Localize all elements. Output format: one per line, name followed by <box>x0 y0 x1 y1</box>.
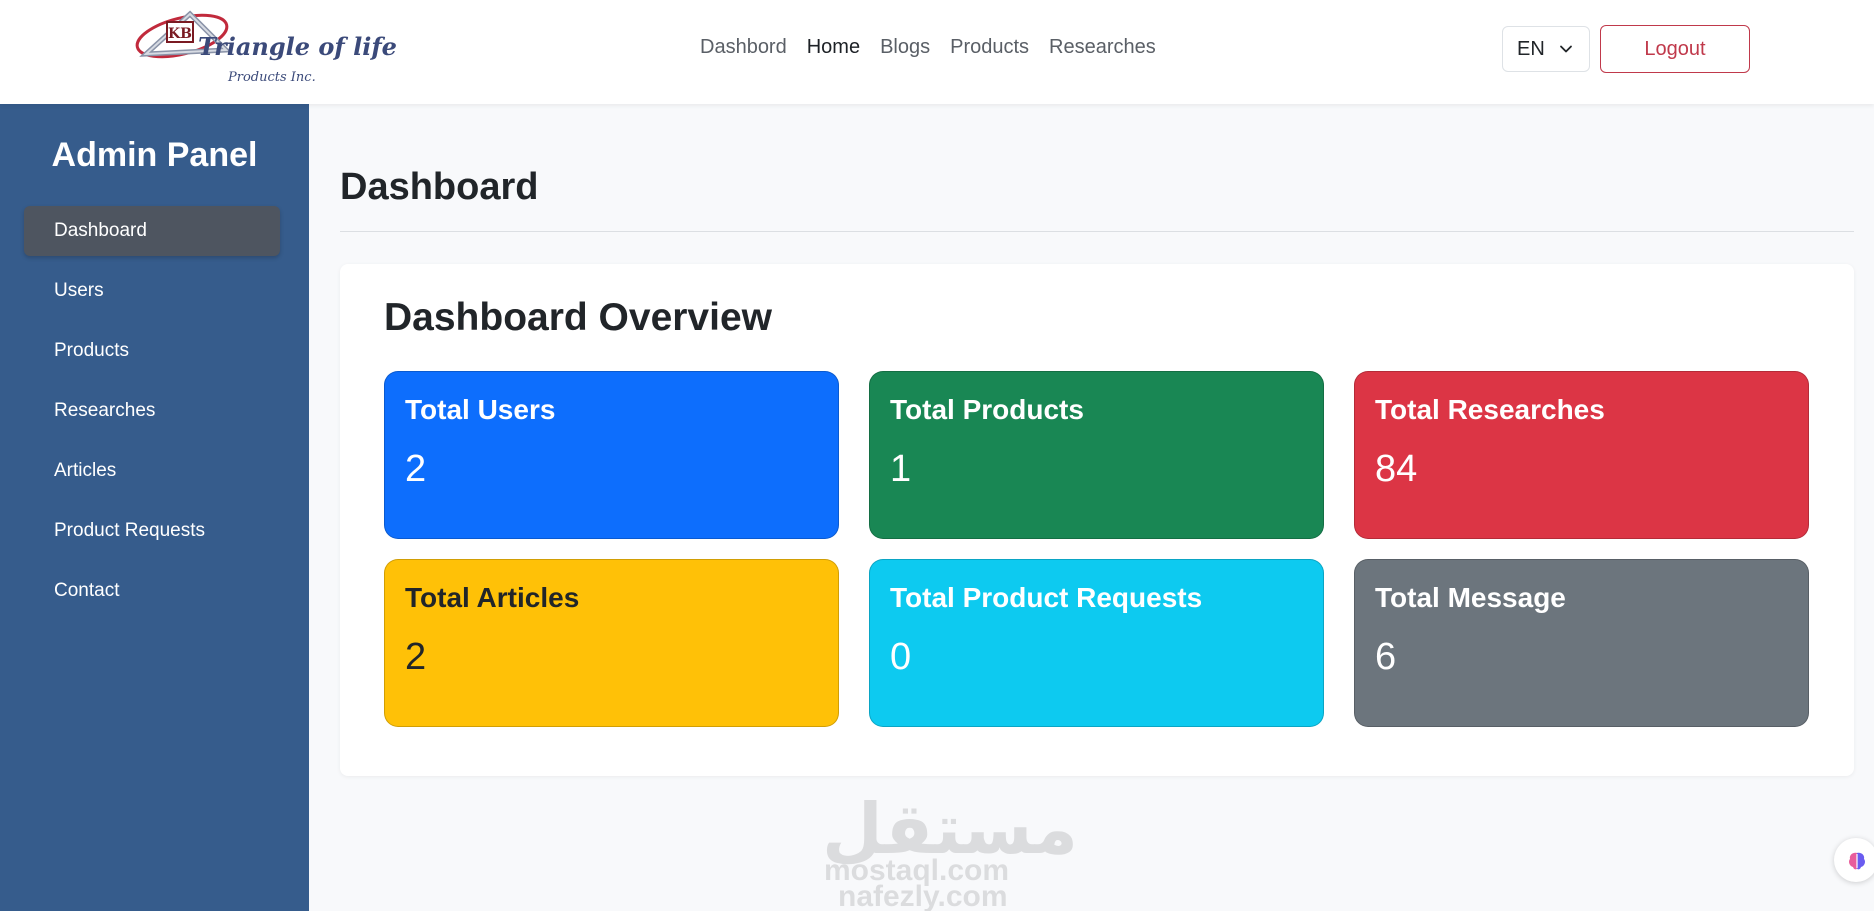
dashboard-overview-card: Dashboard Overview Total Users 2 Total P… <box>340 264 1854 776</box>
sidebar-item-articles[interactable]: Articles <box>24 446 280 496</box>
stat-card-total-articles: Total Articles 2 <box>384 559 839 727</box>
stat-card-total-users: Total Users 2 <box>384 371 839 539</box>
stat-value: 0 <box>890 636 912 678</box>
company-logo[interactable]: KB Triangle of life Products Inc. <box>132 6 397 90</box>
top-navbar: KB Triangle of life Products Inc. Dashbo… <box>0 0 1874 104</box>
sidebar-item-researches[interactable]: Researches <box>24 386 280 436</box>
admin-sidebar: Admin Panel Dashboard Users Products Res… <box>0 104 309 911</box>
sidebar-item-product-requests[interactable]: Product Requests <box>24 506 280 556</box>
logout-button[interactable]: Logout <box>1600 25 1750 73</box>
nav-link-blogs[interactable]: Blogs <box>880 36 930 59</box>
nav-link-researches[interactable]: Researches <box>1049 36 1156 59</box>
main-nav: Dashbord Home Blogs Products Researches <box>700 36 1156 59</box>
stat-value: 2 <box>405 636 427 678</box>
stat-value: 1 <box>890 448 912 490</box>
chevron-down-icon <box>1560 45 1572 53</box>
floating-assistant-button[interactable] <box>1834 838 1874 882</box>
stat-card-total-product-requests: Total Product Requests 0 <box>869 559 1324 727</box>
stat-label: Total Products <box>890 394 1084 425</box>
stat-label: Total Researches <box>1375 394 1605 425</box>
stat-label: Total Articles <box>405 582 580 613</box>
logo-name: Triangle of life <box>198 32 397 61</box>
sidebar-item-dashboard[interactable]: Dashboard <box>24 206 280 256</box>
nav-link-products[interactable]: Products <box>950 36 1029 59</box>
stat-card-total-products: Total Products 1 <box>869 371 1324 539</box>
watermark-line-2: nafezly.com <box>838 880 1008 911</box>
language-value: EN <box>1517 37 1545 60</box>
stat-value: 2 <box>405 448 427 490</box>
title-divider <box>340 231 1854 232</box>
stat-card-total-researches: Total Researches 84 <box>1354 371 1809 539</box>
brain-icon <box>1849 852 1865 870</box>
overview-title: Dashboard Overview <box>384 296 772 339</box>
logo-subtitle: Products Inc. <box>228 70 316 85</box>
stat-label: Total Message <box>1375 582 1566 613</box>
sidebar-item-users[interactable]: Users <box>24 266 280 316</box>
page-title: Dashboard <box>340 166 539 208</box>
stat-value: 84 <box>1375 448 1418 490</box>
sidebar-menu: Dashboard Users Products Researches Arti… <box>24 206 280 626</box>
sidebar-title: Admin Panel <box>51 136 258 174</box>
watermark: مستقل mostaql.com nafezly.com <box>822 788 1078 911</box>
nav-link-home[interactable]: Home <box>807 36 860 59</box>
stat-label: Total Users <box>405 394 556 425</box>
sidebar-item-products[interactable]: Products <box>24 326 280 376</box>
stat-label: Total Product Requests <box>890 582 1203 613</box>
nav-link-dashbord[interactable]: Dashbord <box>700 36 787 59</box>
language-select[interactable]: EN <box>1502 26 1590 72</box>
stat-card-total-message: Total Message 6 <box>1354 559 1809 727</box>
sidebar-item-contact[interactable]: Contact <box>24 566 280 616</box>
stat-value: 6 <box>1375 636 1397 678</box>
logo-mark: KB <box>168 26 192 42</box>
